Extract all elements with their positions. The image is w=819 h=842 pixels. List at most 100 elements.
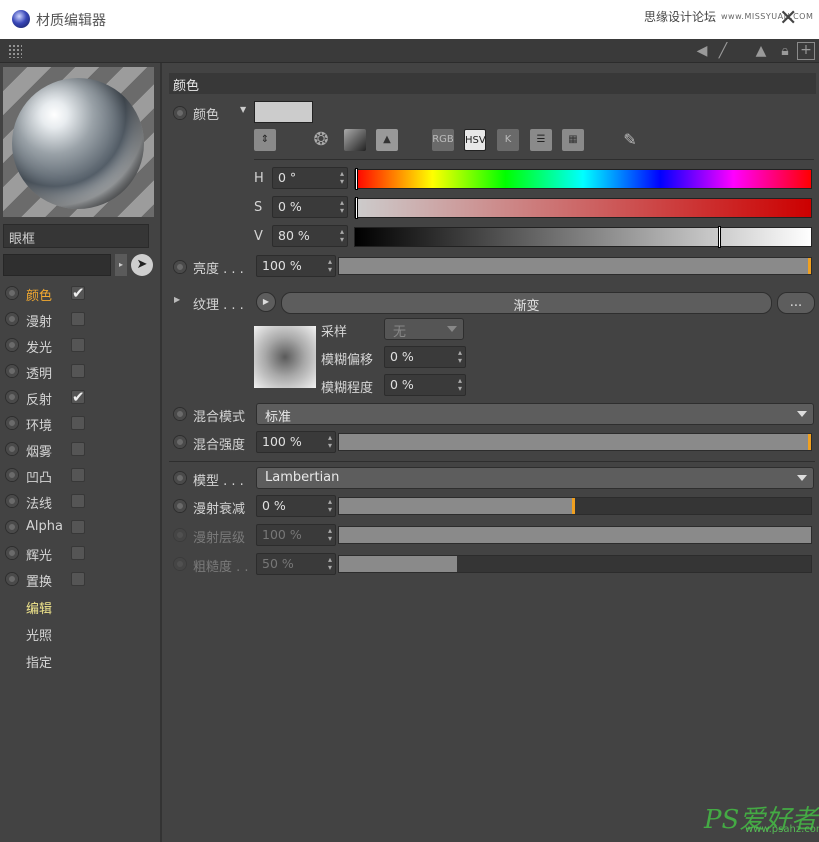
channel-item[interactable]: 颜色 ✔ [0,280,160,306]
v-value-field[interactable]: 80 % ▴ ▾ [272,225,348,247]
blur-offset-field[interactable]: 0 % ▴ ▾ [384,346,466,368]
close-icon[interactable]: ✕ [779,6,797,31]
mix-strength-slider[interactable] [338,433,812,451]
image-picker-icon[interactable]: ▲ [376,129,398,151]
channel-item[interactable]: 反射 ✔ [0,384,160,410]
color-swatch[interactable] [254,101,313,123]
channel-search-input[interactable] [3,254,111,276]
new-panel-icon[interactable]: + [797,42,815,60]
model-dropdown[interactable]: Lambertian [256,467,814,489]
channel-radio[interactable] [5,390,19,404]
sampling-dropdown[interactable]: 无 [384,318,464,340]
roughness-keyframe-radio[interactable] [173,557,187,571]
channel-item[interactable]: 法线 [0,488,160,514]
diffuse-level-field[interactable]: 100 % ▴ ▾ [256,524,336,546]
material-preview[interactable] [3,67,154,217]
brightness-field[interactable]: 100 % ▴ ▾ [256,255,336,277]
hue-slider[interactable] [354,168,812,190]
channel-checkbox[interactable] [71,520,85,534]
channel-radio[interactable] [5,312,19,326]
channel-item[interactable]: Alpha [0,514,160,540]
channel-item[interactable]: 发光 [0,332,160,358]
channel-radio[interactable] [5,416,19,430]
sidebar-extra-item[interactable]: 指定 [26,652,52,671]
line-icon[interactable]: ╱ [714,42,732,60]
color-keyframe-radio[interactable] [173,106,187,120]
channel-checkbox[interactable]: ✔ [71,390,85,405]
channel-checkbox[interactable] [71,416,85,430]
mixer-icon[interactable]: ☰ [530,129,552,151]
rgb-mode-button[interactable]: RGB [432,129,454,151]
channel-checkbox[interactable] [71,442,85,456]
slider-handle[interactable] [808,258,811,274]
saturation-marker[interactable] [355,197,358,219]
channel-checkbox[interactable]: ✔ [71,286,85,301]
search-arrow-icon[interactable]: ▸ [115,254,127,276]
model-keyframe-radio[interactable] [173,471,187,485]
channel-checkbox[interactable] [71,338,85,352]
mix-strength-field[interactable]: 100 % ▴ ▾ [256,431,336,453]
hsv-mode-button[interactable]: HSV [464,129,486,151]
s-value-field[interactable]: 0 % ▴ ▾ [272,196,348,218]
diffuse-level-slider[interactable] [338,526,812,544]
hue-marker[interactable] [355,168,358,190]
texture-expand-icon[interactable]: ▶ [174,295,180,304]
saturation-slider[interactable] [354,197,812,219]
spectrum-icon[interactable] [344,129,366,151]
channel-item[interactable]: 辉光 [0,540,160,566]
slider-handle[interactable] [808,434,811,450]
texture-name-button[interactable]: 渐变 [281,292,772,314]
delta-icon[interactable]: ▲ [752,42,770,60]
arrow-back-icon[interactable]: ◀ [693,42,711,60]
sidebar-extra-item[interactable]: 编辑 [26,598,52,617]
swatches-icon[interactable]: ▦ [562,129,584,151]
channel-radio[interactable] [5,286,19,300]
sidebar-extra-item[interactable]: 光照 [26,625,52,644]
channel-radio[interactable] [5,364,19,378]
color-expand-icon[interactable]: ▼ [240,105,246,114]
pointer-pick-icon[interactable]: ➤ [131,254,153,276]
channel-item[interactable]: 透明 [0,358,160,384]
roughness-field[interactable]: 50 % ▴ ▾ [256,553,336,575]
channel-radio[interactable] [5,572,19,586]
lock-icon[interactable]: 🔒︎ [776,42,794,60]
brightness-keyframe-radio[interactable] [173,260,187,274]
channel-checkbox[interactable] [71,364,85,378]
channel-item[interactable]: 凹凸 [0,462,160,488]
channel-checkbox[interactable] [71,572,85,586]
roughness-slider[interactable] [338,555,812,573]
texture-thumbnail[interactable] [254,326,316,388]
channel-radio[interactable] [5,520,19,534]
h-value-field[interactable]: 0 ° ▴ ▾ [272,167,348,189]
texture-more-button[interactable]: ... [777,292,815,314]
channel-item[interactable]: 漫射 [0,306,160,332]
mix-mode-dropdown[interactable]: 标准 [256,403,814,425]
color-wheel-icon[interactable]: ❂ [310,129,332,151]
channel-radio[interactable] [5,546,19,560]
diffuse-level-keyframe-radio[interactable] [173,528,187,542]
channel-checkbox[interactable] [71,546,85,560]
slider-handle[interactable] [572,498,575,514]
diffuse-falloff-keyframe-radio[interactable] [173,499,187,513]
channel-item[interactable]: 置换 [0,566,160,592]
channel-radio[interactable] [5,338,19,352]
value-slider[interactable] [354,226,812,248]
mix-mode-keyframe-radio[interactable] [173,407,187,421]
diffuse-falloff-field[interactable]: 0 % ▴ ▾ [256,495,336,517]
material-name-field[interactable]: 眼框 [3,224,149,248]
texture-menu-button[interactable]: ▶ [256,292,276,312]
mix-strength-keyframe-radio[interactable] [173,435,187,449]
channel-checkbox[interactable] [71,494,85,508]
diffuse-falloff-slider[interactable] [338,497,812,515]
grip-icon[interactable] [8,44,22,58]
channel-radio[interactable] [5,468,19,482]
channel-checkbox[interactable] [71,468,85,482]
color-compress-icon[interactable]: ⇕ [254,129,276,151]
channel-radio[interactable] [5,494,19,508]
channel-radio[interactable] [5,442,19,456]
blur-scale-field[interactable]: 0 % ▴ ▾ [384,374,466,396]
brightness-slider[interactable] [338,257,812,275]
channel-item[interactable]: 烟雾 [0,436,160,462]
value-marker[interactable] [717,226,721,248]
kelvin-mode-button[interactable]: K [497,129,519,151]
